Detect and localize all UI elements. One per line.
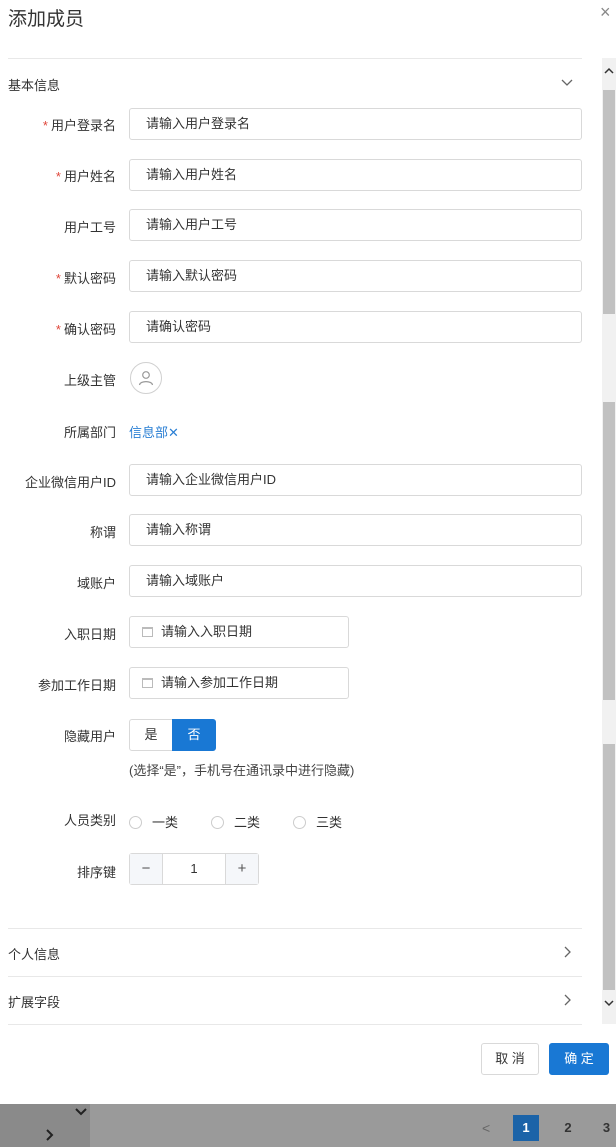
domain-account-input[interactable]: 请输入域账户 xyxy=(129,565,582,597)
hire-date-picker[interactable]: 请输入入职日期 xyxy=(129,616,349,648)
default-password-input[interactable]: 请输入默认密码 xyxy=(129,260,582,292)
confirm-password-label: * 确认密码 xyxy=(55,322,116,337)
page-3-button[interactable]: 3 xyxy=(597,1115,616,1141)
cancel-button[interactable]: 取 消 xyxy=(481,1043,539,1075)
radio-category-1[interactable]: 一类 xyxy=(129,812,178,831)
chevron-right-icon[interactable] xyxy=(562,993,574,1012)
confirm-password-input[interactable]: 请确认密码 xyxy=(129,311,582,343)
calendar-icon xyxy=(142,626,153,637)
staff-category-label: 人员类别 xyxy=(63,813,116,828)
sort-key-value[interactable]: 1 xyxy=(162,854,226,884)
supervisor-label: 上级主管 xyxy=(63,373,116,388)
employee-no-label: 用户工号 xyxy=(63,220,116,235)
decrement-button[interactable]: − xyxy=(130,854,162,884)
sort-key-label: 排序键 xyxy=(76,865,116,880)
title-label: 称谓 xyxy=(89,525,116,540)
scrollbar-thumb[interactable] xyxy=(603,90,615,314)
radio-category-2[interactable]: 二类 xyxy=(211,812,260,831)
dialog-title: 添加成员 xyxy=(8,9,85,30)
default-password-label: * 默认密码 xyxy=(55,271,116,286)
hidden-user-no-button[interactable]: 否 xyxy=(172,719,216,751)
prev-page-icon[interactable]: < xyxy=(482,1120,490,1136)
radio-circle xyxy=(211,816,224,830)
wechat-id-input[interactable]: 请输入企业微信用户ID xyxy=(129,464,582,496)
login-name-input[interactable]: 请输入用户登录名 xyxy=(129,108,582,140)
radio-circle xyxy=(129,816,142,830)
hidden-user-hint: (选择“是”，手机号在通讯录中进行隐藏) xyxy=(129,763,355,778)
user-name-label: * 用户姓名 xyxy=(55,169,116,184)
domain-account-label: 域账户 xyxy=(76,576,116,591)
hidden-user-yes-button[interactable]: 是 xyxy=(129,719,173,751)
scrollbar-thumb[interactable] xyxy=(603,744,615,990)
page-1-button[interactable]: 1 xyxy=(513,1115,539,1141)
radio-circle xyxy=(293,816,306,830)
close-icon[interactable]: × xyxy=(600,2,611,23)
section-title-extended[interactable]: 扩展字段 xyxy=(8,992,60,1011)
chevron-right-icon[interactable] xyxy=(44,1128,56,1147)
department-value: 信息部 xyxy=(129,425,169,440)
ok-button[interactable]: 确 定 xyxy=(549,1043,609,1075)
header-divider xyxy=(8,58,582,59)
increment-button[interactable]: + xyxy=(226,854,258,884)
scroll-up-arrow-icon[interactable] xyxy=(603,64,615,82)
login-name-label: * 用户登录名 xyxy=(42,118,116,133)
hire-date-label: 入职日期 xyxy=(63,627,116,642)
section-divider xyxy=(8,976,582,977)
employee-no-input[interactable]: 请输入用户工号 xyxy=(129,209,582,241)
section-divider xyxy=(8,928,582,929)
radio-category-3[interactable]: 三类 xyxy=(293,812,342,831)
hidden-user-label: 隐藏用户 xyxy=(63,729,116,744)
remove-icon[interactable]: ✕ xyxy=(168,425,179,440)
page-2-button[interactable]: 2 xyxy=(555,1115,581,1141)
chevron-down-icon[interactable] xyxy=(560,76,574,95)
avatar[interactable] xyxy=(130,362,162,394)
work-start-date-label: 参加工作日期 xyxy=(37,678,116,693)
chevron-right-icon[interactable] xyxy=(562,945,574,964)
sort-key-stepper: − 1 + xyxy=(129,853,259,885)
calendar-icon xyxy=(142,677,153,688)
scrollbar-thumb[interactable] xyxy=(603,402,615,700)
user-name-input[interactable]: 请输入用户姓名 xyxy=(129,159,582,191)
section-title-personal[interactable]: 个人信息 xyxy=(8,944,60,963)
user-icon xyxy=(138,371,154,386)
wechat-id-label: 企业微信用户ID xyxy=(24,475,116,490)
title-input[interactable]: 请输入称谓 xyxy=(129,514,582,546)
department-tag: 信息部✕ xyxy=(129,422,179,441)
section-divider xyxy=(8,1024,582,1025)
section-title-basic[interactable]: 基本信息 xyxy=(8,75,60,94)
chevron-down-icon[interactable] xyxy=(74,1104,88,1122)
department-label: 所属部门 xyxy=(63,425,116,440)
scroll-down-arrow-icon[interactable] xyxy=(603,996,615,1014)
work-start-date-picker[interactable]: 请输入参加工作日期 xyxy=(129,667,349,699)
